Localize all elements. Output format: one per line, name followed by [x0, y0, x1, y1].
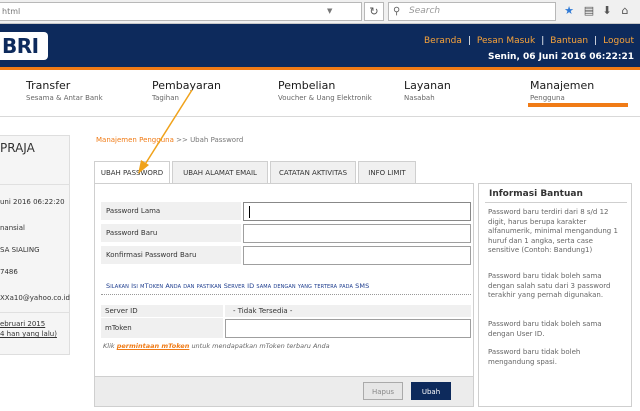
nav-item-pembayaran[interactable]: Pembayaran Tagihan [152, 79, 221, 102]
breadcrumb-manajemen-pengguna[interactable]: Manajemen Pengguna [96, 136, 174, 144]
new-password-row: Password Baru [101, 224, 471, 243]
branch-name: SA SIALING [0, 246, 40, 254]
last-login: uni 2016 06:22:20 [0, 198, 65, 206]
help-title: Informasi Bantuan [489, 189, 583, 199]
nav-active-indicator [528, 103, 628, 107]
breadcrumb: Manajemen Pengguna >> Ubah Password [96, 136, 243, 144]
breadcrumb-current: Ubah Password [190, 136, 244, 144]
bri-logo[interactable]: BRI [0, 32, 48, 60]
nav-item-transfer[interactable]: Transfer Sesama & Antar Bank [26, 79, 103, 102]
registration-date: ebruari 2015 [0, 320, 46, 328]
new-password-input[interactable] [243, 224, 471, 243]
account-type: nansial [0, 224, 25, 232]
nav-item-layanan[interactable]: Layanan Nasabah [404, 79, 451, 102]
tab-info-limit[interactable]: INFO LIMIT [358, 161, 416, 183]
breadcrumb-separator: >> [176, 136, 188, 144]
help-paragraph: Password baru tidak boleh sama dengan sa… [488, 272, 611, 299]
mtoken-label: mToken [101, 318, 223, 338]
mtoken-request-note: Klik permintaan mToken untuk mendapatkan… [103, 342, 330, 350]
help-panel: Informasi Bantuan Password baru terdiri … [478, 183, 632, 407]
mtoken-instruction: Silakan Isi mToken Anda dan pastikan Ser… [106, 282, 370, 290]
nav-title: Manajemen [530, 79, 595, 92]
nav-item-pembelian[interactable]: Pembelian Voucher & Uang Elektronik [278, 79, 372, 102]
phone-number: 7486 [0, 268, 18, 276]
submit-button[interactable]: Ubah [411, 382, 451, 400]
form-actions: Hapus Ubah [94, 377, 474, 407]
url-dropdown-icon[interactable]: ▼ [327, 3, 337, 20]
clipboard-icon[interactable]: ▤ [582, 4, 596, 18]
confirm-password-label: Konfirmasi Password Baru [101, 246, 241, 265]
nav-title: Layanan [404, 79, 451, 92]
link-beranda[interactable]: Beranda [424, 36, 462, 46]
help-divider [485, 202, 627, 203]
link-separator: | [594, 36, 598, 46]
link-bantuan[interactable]: Bantuan [550, 36, 588, 46]
tab-ubah-password[interactable]: UBAH PASSWORD [94, 161, 170, 184]
divider [0, 184, 70, 185]
click-suffix: untuk mendapatkan mToken terbaru Anda [191, 342, 330, 350]
top-links: Beranda | Pesan Masuk | Bantuan | Logout [424, 36, 634, 46]
reset-button[interactable]: Hapus [363, 382, 403, 400]
click-prefix: Klik [103, 342, 115, 350]
link-separator: | [541, 36, 545, 46]
server-id-row: Server ID - Tidak Tersedia - [101, 305, 471, 317]
help-paragraph: Password baru tidak boleh mengandung spa… [488, 348, 581, 366]
reload-icon[interactable]: ↻ [364, 2, 384, 21]
search-input[interactable]: ⚲ Search [388, 2, 556, 21]
nav-subtitle: Voucher & Uang Elektronik [278, 94, 372, 102]
main-nav: Transfer Sesama & Antar Bank Pembayaran … [0, 73, 640, 117]
user-email: XXa10@yahoo.co.id [0, 294, 70, 302]
old-password-row: Password Lama [101, 202, 471, 221]
search-placeholder: Search [409, 6, 441, 16]
link-separator: | [467, 36, 471, 46]
tab-ubah-alamat-email[interactable]: UBAH ALAMAT EMAIL [172, 161, 268, 183]
link-logout[interactable]: Logout [603, 36, 634, 46]
new-password-label: Password Baru [101, 224, 241, 243]
nav-title: Pembayaran [152, 79, 221, 92]
help-paragraph: Password baru terdiri dari 8 s/d 12 digi… [488, 208, 618, 254]
registration-age: 4 han yang lalu) [0, 330, 57, 338]
user-sidebar: PRAJA uni 2016 06:22:20 nansial SA SIALI… [0, 135, 70, 355]
old-password-label: Password Lama [101, 202, 241, 221]
current-date: Senin, 06 Juni 2016 06:22:21 [487, 52, 634, 62]
old-password-input[interactable] [243, 202, 471, 221]
bookmark-star-icon[interactable]: ★ [562, 4, 576, 18]
dotted-divider [101, 294, 471, 295]
nav-title: Transfer [26, 79, 71, 92]
confirm-password-input[interactable] [243, 246, 471, 265]
browser-toolbar: html ▼ ↻ ⚲ Search ★ ▤ ⬇ ⌂ [0, 0, 640, 24]
nav-title: Pembelian [278, 79, 336, 92]
confirm-password-row: Konfirmasi Password Baru [101, 246, 471, 265]
nav-subtitle: Sesama & Antar Bank [26, 94, 103, 102]
mtoken-row: mToken [101, 318, 471, 338]
url-bar[interactable]: html ▼ [0, 2, 362, 21]
mtoken-input[interactable] [225, 319, 471, 338]
server-id-value: - Tidak Tersedia - [225, 305, 471, 317]
link-pesan-masuk[interactable]: Pesan Masuk [477, 36, 535, 46]
server-id-label: Server ID [101, 305, 223, 317]
tab-catatan-aktivitas[interactable]: CATATAN AKTIVITAS [270, 161, 356, 183]
search-icon: ⚲ [393, 6, 401, 17]
site-header: BRI Beranda | Pesan Masuk | Bantuan | Logout S… [0, 24, 640, 70]
home-icon[interactable]: ⌂ [618, 4, 632, 18]
download-icon[interactable]: ⬇ [600, 4, 614, 18]
nav-item-manajemen[interactable]: Manajemen Pengguna [530, 79, 594, 102]
registration-age-link[interactable]: 4 han yang lalu) [0, 330, 70, 338]
nav-subtitle: Nasabah [404, 94, 435, 102]
text-caret [249, 206, 250, 218]
user-name: PRAJA [0, 141, 35, 155]
change-password-form: Password Lama Password Baru Konfirmasi P… [94, 183, 474, 377]
divider [0, 312, 70, 313]
registration-date-link[interactable]: ebruari 2015 [0, 320, 70, 328]
url-text: html [2, 7, 21, 16]
nav-subtitle: Tagihan [152, 94, 179, 102]
help-paragraph: Password baru tidak boleh sama dengan Us… [488, 320, 602, 338]
nav-subtitle: Pengguna [530, 94, 565, 102]
request-mtoken-link[interactable]: permintaan mToken [117, 342, 190, 350]
